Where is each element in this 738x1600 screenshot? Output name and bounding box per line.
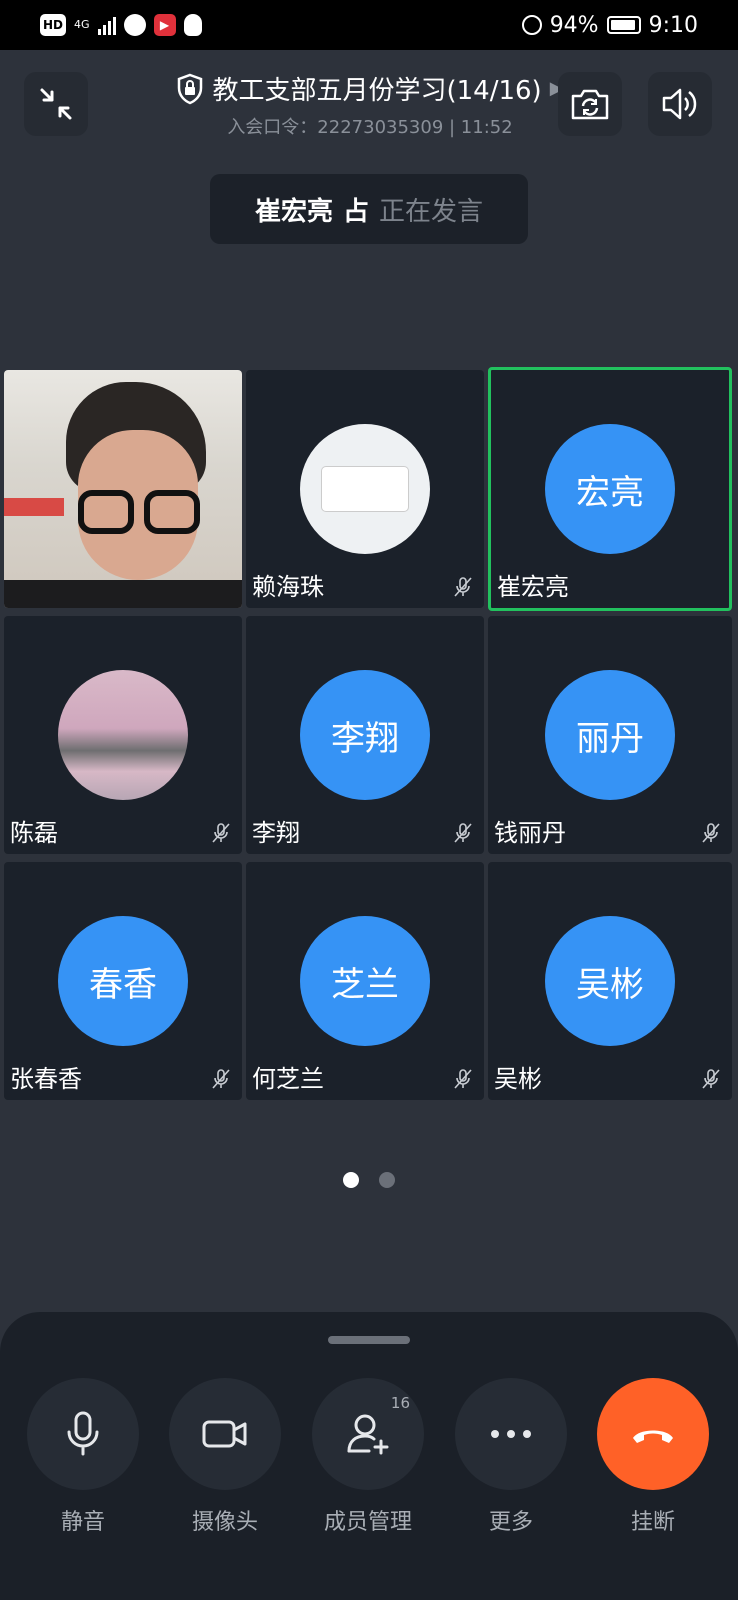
speaker-icon: [662, 88, 697, 120]
camera-label: 摄像头: [191, 1510, 258, 1535]
more-button[interactable]: [455, 1378, 567, 1490]
participant-name: 李翔: [252, 819, 300, 847]
control-panel: 静音 摄像头 16 成员管理 更多 挂断: [0, 1312, 738, 1600]
members-count: 16: [390, 1394, 410, 1412]
more-label: 更多: [488, 1510, 533, 1535]
meeting-title: 教工支部五月份学习(14/16): [212, 76, 542, 106]
hangup-control[interactable]: 挂断: [597, 1378, 709, 1536]
avatar-image: [322, 467, 408, 511]
drag-handle[interactable]: [328, 1336, 410, 1344]
speaking-status: 正在发言: [379, 196, 484, 227]
page-dot[interactable]: [379, 1172, 395, 1188]
mic-muted-icon: [702, 823, 720, 843]
glasses-left: [78, 490, 134, 534]
meeting-header[interactable]: 教工支部五月份学习(14/16) ▶ 入会口令：22273035309 | 11…: [150, 70, 590, 139]
participant-tile[interactable]: 春香 张春香: [4, 862, 242, 1100]
page-dot-active[interactable]: [343, 1172, 359, 1188]
speaker-button[interactable]: [648, 72, 712, 136]
participant-name: 吴彬: [494, 1065, 542, 1093]
page-indicator[interactable]: [0, 1172, 738, 1188]
qq-icon: [183, 14, 202, 36]
participant-tile[interactable]: 陈磊: [4, 616, 242, 854]
camera-control[interactable]: 摄像头: [169, 1378, 281, 1536]
avatar: [300, 424, 430, 554]
more-control[interactable]: 更多: [455, 1378, 567, 1536]
battery-icon: [606, 16, 641, 34]
members-control[interactable]: 16 成员管理: [312, 1378, 424, 1536]
participant-tile[interactable]: 吴彬 吴彬: [488, 862, 732, 1100]
switch-camera-icon: [571, 89, 609, 120]
members-button[interactable]: 16: [312, 1378, 424, 1490]
camera-button[interactable]: [169, 1378, 281, 1490]
minimize-button[interactable]: [24, 72, 88, 136]
avatar: 吴彬: [545, 916, 675, 1046]
minimize-icon: [40, 88, 72, 120]
mic-muted-icon: [702, 1069, 720, 1089]
mic-muted-icon: [454, 823, 472, 843]
avatar: 芝兰: [300, 916, 430, 1046]
video-notification-icon: ▶: [153, 14, 176, 36]
participant-name: 钱丽丹: [494, 819, 566, 847]
participant-tile[interactable]: [4, 370, 242, 608]
participant-name: 陈磊: [10, 819, 58, 847]
video-camera-icon: [202, 1420, 247, 1448]
more-icon: [491, 1430, 531, 1438]
signal-icon: [97, 15, 116, 35]
speaking-icon: 占: [342, 196, 369, 227]
shield-lock-icon: [178, 73, 203, 104]
network-type: 4G: [74, 18, 90, 31]
avatar: 春香: [58, 916, 188, 1046]
participant-name: 何芝兰: [252, 1065, 324, 1093]
participant-tile-active[interactable]: 宏亮 崔宏亮: [488, 367, 732, 611]
add-member-icon: [347, 1414, 389, 1455]
participant-tile[interactable]: 芝兰 何芝兰: [246, 862, 484, 1100]
members-label: 成员管理: [323, 1510, 412, 1535]
mic-muted-icon: [212, 1069, 230, 1089]
mute-control[interactable]: 静音: [27, 1378, 139, 1536]
microphone-icon: [67, 1411, 99, 1456]
meeting-code: 入会口令：22273035309 | 11:52: [227, 117, 513, 138]
switch-camera-button[interactable]: [558, 72, 622, 136]
participant-name: 崔宏亮: [497, 573, 569, 601]
banner-red: [4, 498, 64, 516]
hangup-button[interactable]: [597, 1378, 709, 1490]
hd-indicator: HD: [40, 14, 67, 36]
avatar: 李翔: [300, 670, 430, 800]
hangup-label: 挂断: [630, 1510, 675, 1535]
participant-name: 赖海珠: [252, 573, 324, 601]
hang-up-icon: [633, 1430, 673, 1443]
video-feed: [4, 370, 242, 608]
avatar: [58, 670, 188, 800]
battery-percent: 94%: [549, 12, 599, 38]
clock: 9:10: [648, 12, 698, 38]
glasses-right: [144, 490, 200, 534]
participant-name: 张春香: [10, 1065, 82, 1093]
alarm-icon: [521, 15, 542, 35]
avatar: 丽丹: [545, 670, 675, 800]
person-shirt: [4, 580, 242, 608]
participant-tile[interactable]: 李翔 李翔: [246, 616, 484, 854]
speaker-name: 崔宏亮: [254, 196, 333, 227]
mic-muted-icon: [454, 1069, 472, 1089]
participant-tile[interactable]: 丽丹 钱丽丹: [488, 616, 732, 854]
participant-tile[interactable]: 赖海珠: [246, 370, 484, 608]
app-notification-icon: [123, 14, 146, 36]
mic-muted-icon: [212, 823, 230, 843]
mute-button[interactable]: [27, 1378, 139, 1490]
avatar: 宏亮: [545, 424, 675, 554]
mute-label: 静音: [60, 1510, 105, 1535]
mic-muted-icon: [454, 577, 472, 597]
status-bar: HD 4G ▶ 94% 9:10: [0, 0, 738, 50]
active-speaker-banner: 崔宏亮 占 正在发言: [210, 174, 528, 244]
